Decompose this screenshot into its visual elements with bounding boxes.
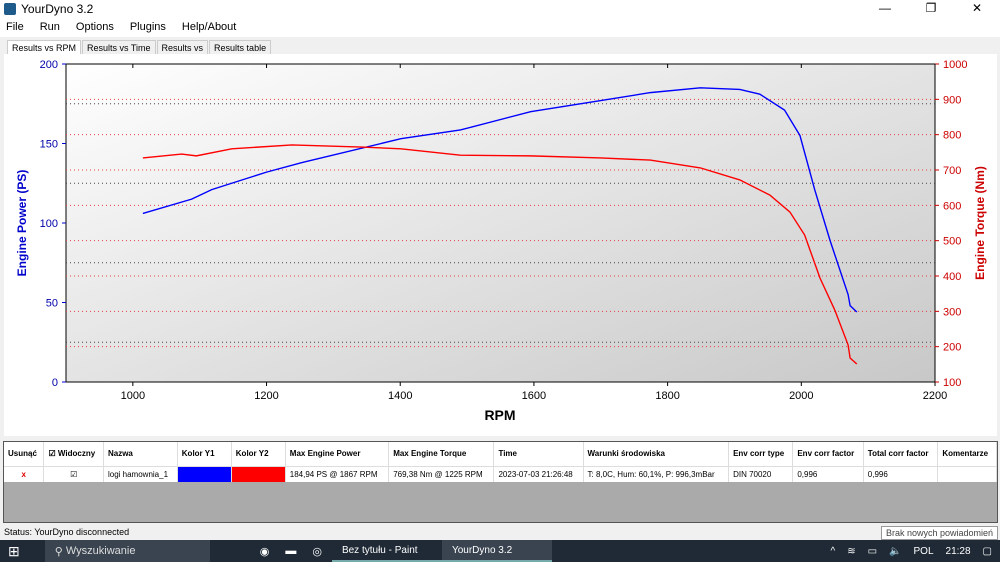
y-tick-label: 0 (52, 377, 58, 389)
battery-icon[interactable]: ▭ (868, 546, 877, 557)
cell-name[interactable]: logi hamownia_1 (103, 465, 178, 482)
y2-tick-label: 700 (943, 165, 961, 177)
cell-env-corr-factor: 0,996 (792, 465, 864, 482)
clock[interactable]: 21:28 (946, 546, 971, 557)
y2-tick-label: 400 (943, 271, 961, 283)
y2-tick-label: 800 (943, 130, 961, 142)
search-icon: ⚲ (54, 545, 66, 558)
cell-time: 2023-07-03 21:26:48 (493, 465, 584, 482)
col-env-corr-type: Env corr type (728, 442, 794, 466)
cell-max-power: 184,94 PS @ 1867 RPM (285, 465, 390, 482)
tab-results-table[interactable]: Results table (209, 40, 272, 55)
cell-env-corr-type: DIN 70020 (728, 465, 794, 482)
plot-area (65, 63, 936, 383)
menu-bar: File Run Options Plugins Help/About (0, 17, 1000, 37)
edge-icon[interactable]: ◉ (260, 545, 270, 558)
x-tick-label: 2000 (789, 390, 813, 402)
cell-total-corr-factor: 0,996 (863, 465, 939, 482)
close-button[interactable]: ✕ (954, 0, 1000, 17)
col-comments: Komentarze (937, 442, 997, 466)
cell-conditions: T: 8,0C, Hum: 60,1%, P: 996,3mBar (583, 465, 730, 482)
folder-icon[interactable]: ▬ (285, 545, 296, 557)
y-tick-label: 100 (40, 218, 58, 230)
windows-start-icon[interactable]: ⊞ (8, 543, 20, 560)
notification-tooltip: Brak nowych powiadomień (880, 526, 998, 540)
tab-results-vs[interactable]: Results vs (156, 40, 209, 55)
window-title: YourDyno 3.2 (21, 1, 94, 16)
y-tick-label: 150 (40, 139, 58, 151)
col-max-power: Max Engine Power (285, 442, 390, 466)
col-color-y2: Kolor Y2 (231, 442, 286, 466)
cell-color-y1[interactable] (177, 465, 232, 482)
cell-comment[interactable] (937, 465, 997, 482)
language-indicator[interactable]: POL (914, 546, 934, 557)
search-placeholder: Wyszukiwanie (65, 545, 136, 557)
title-bar: YourDyno 3.2 — ❐ ✕ (0, 0, 1000, 17)
minimize-button[interactable]: — (862, 0, 908, 17)
x-axis-label: RPM (484, 407, 515, 423)
x-tick-label: 1200 (254, 390, 278, 402)
chevron-up-icon[interactable]: ^ (831, 546, 836, 557)
menu-options[interactable]: Options (76, 21, 114, 33)
wifi-icon[interactable]: ≋ (847, 546, 855, 557)
tab-results-vs-time[interactable]: Results vs Time (82, 40, 156, 55)
menu-file[interactable]: File (6, 21, 24, 33)
status-text: Status: YourDyno disconnected (4, 527, 130, 537)
taskbar: ⊞ ⚲ Wyszukiwanie ◉ ▬ ◎ Bez tytułu - Pain… (0, 540, 1000, 562)
menu-help[interactable]: Help/About (182, 21, 236, 33)
taskbar-search[interactable]: ⚲ Wyszukiwanie (44, 540, 210, 562)
delete-button[interactable]: x (4, 465, 45, 482)
maximize-button[interactable]: ❐ (908, 0, 954, 17)
col-visible[interactable]: ☑ Widoczny (43, 442, 104, 466)
col-total-corr-factor: Total corr factor (863, 442, 939, 466)
col-delete: Usunąć (4, 442, 45, 466)
col-color-y1: Kolor Y1 (177, 442, 232, 466)
taskbar-app-yourdyno[interactable]: YourDyno 3.2 (441, 540, 552, 562)
col-conditions: Warunki środowiska (583, 442, 730, 466)
col-name: Nazwa (103, 442, 178, 466)
tab-results-vs-rpm[interactable]: Results vs RPM (7, 40, 82, 55)
x-tick-label: 2200 (923, 390, 947, 402)
col-max-torque: Max Engine Torque (388, 442, 495, 466)
x-tick-label: 1400 (388, 390, 412, 402)
cell-max-torque: 769,38 Nm @ 1225 RPM (388, 465, 495, 482)
x-tick-label: 1600 (522, 390, 546, 402)
col-env-corr-factor: Env corr factor (792, 442, 864, 466)
volume-icon[interactable]: 🔈 (889, 546, 901, 557)
y-axis-label: Engine Power (PS) (15, 170, 29, 277)
y2-tick-label: 200 (943, 342, 961, 354)
y2-tick-label: 900 (943, 94, 961, 106)
menu-plugins[interactable]: Plugins (130, 21, 166, 33)
notification-icon[interactable]: ▢ (983, 546, 992, 557)
y2-tick-label: 100 (943, 377, 961, 389)
col-visible-label: Widoczny (57, 449, 96, 459)
y-tick-label: 200 (40, 59, 58, 71)
y2-tick-label: 600 (943, 200, 961, 212)
app-icon (4, 2, 16, 15)
x-tick-label: 1800 (655, 390, 679, 402)
y2-tick-label: 500 (943, 236, 961, 248)
menu-run[interactable]: Run (40, 21, 60, 33)
y-tick-label: 50 (46, 298, 58, 310)
y2-tick-label: 1000 (943, 59, 967, 71)
results-grid: Usunąć ☑ Widoczny Nazwa Kolor Y1 Kolor Y… (3, 441, 998, 523)
cell-color-y2[interactable] (231, 465, 286, 482)
x-tick-label: 1000 (121, 390, 145, 402)
table-row: x ☑ logi hamownia_1 184,94 PS @ 1867 RPM… (4, 465, 997, 482)
y2-tick-label: 300 (943, 306, 961, 318)
chrome-icon[interactable]: ◎ (312, 545, 322, 558)
y2-axis-label: Engine Torque (Nm) (973, 166, 987, 280)
col-time: Time (493, 442, 584, 466)
visible-checkbox[interactable]: ☑ (43, 465, 104, 482)
dyno-chart: 100 200 300 400 500 600 700 800 900 1000 0 50 100 150… (4, 54, 997, 436)
taskbar-app-paint[interactable]: Bez tytułu - Paint (331, 540, 442, 562)
